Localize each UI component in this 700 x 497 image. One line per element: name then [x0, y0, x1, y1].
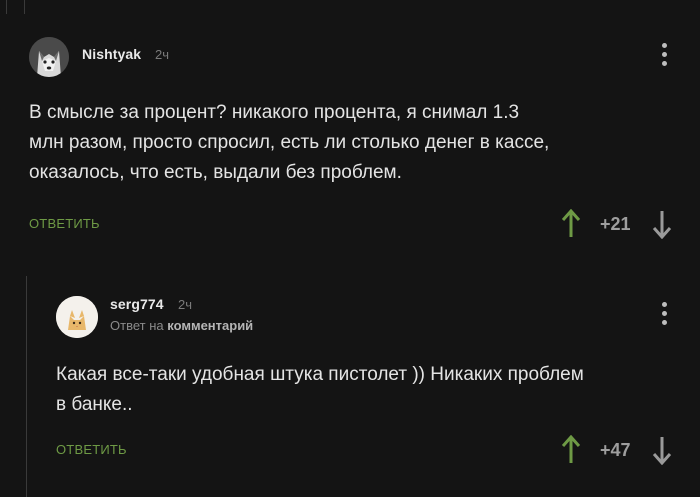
- timestamp: 2ч: [155, 47, 170, 62]
- thread-line-nested: [26, 276, 27, 497]
- cat-avatar-icon: [56, 296, 98, 338]
- comment-text: Какая все-таки удобная штука пистолет ))…: [56, 360, 681, 420]
- reply-to-link[interactable]: комментарий: [167, 318, 253, 333]
- comment-line: в банке..: [56, 394, 133, 415]
- reply-to-prefix: Ответ на: [110, 318, 164, 333]
- avatar[interactable]: [29, 37, 69, 77]
- reply-to-label: Ответ на комментарий: [110, 318, 253, 333]
- username[interactable]: Nishtyak: [82, 46, 141, 62]
- thread-line-top: [6, 0, 7, 14]
- comment-line: оказалось, что есть, выдали без проблем.: [29, 162, 402, 183]
- username[interactable]: serg774: [110, 296, 164, 312]
- timestamp: 2ч: [178, 297, 193, 312]
- comment-line: В смысле за процент? никакого процента, …: [29, 102, 520, 123]
- avatar[interactable]: [56, 296, 98, 338]
- arrow-up-icon[interactable]: [561, 435, 581, 465]
- husky-avatar-icon: [29, 37, 69, 77]
- thread-line-top-2: [24, 0, 25, 14]
- reply-button[interactable]: ОТВЕТИТЬ: [29, 216, 100, 231]
- arrow-up-icon[interactable]: [561, 209, 581, 239]
- comment-text: В смысле за процент? никакого процента, …: [29, 98, 669, 188]
- reply-button[interactable]: ОТВЕТИТЬ: [56, 442, 127, 457]
- arrow-down-icon[interactable]: [652, 435, 672, 465]
- rating-count: +21: [600, 214, 631, 234]
- more-vertical-icon[interactable]: [659, 43, 669, 69]
- more-vertical-icon[interactable]: [659, 302, 669, 328]
- rating-count: +47: [600, 440, 631, 460]
- arrow-down-icon[interactable]: [652, 209, 672, 239]
- comment-line: Какая все-таки удобная штука пистолет ))…: [56, 364, 584, 385]
- comment-line: млн разом, просто спросил, есть ли столь…: [29, 132, 550, 153]
